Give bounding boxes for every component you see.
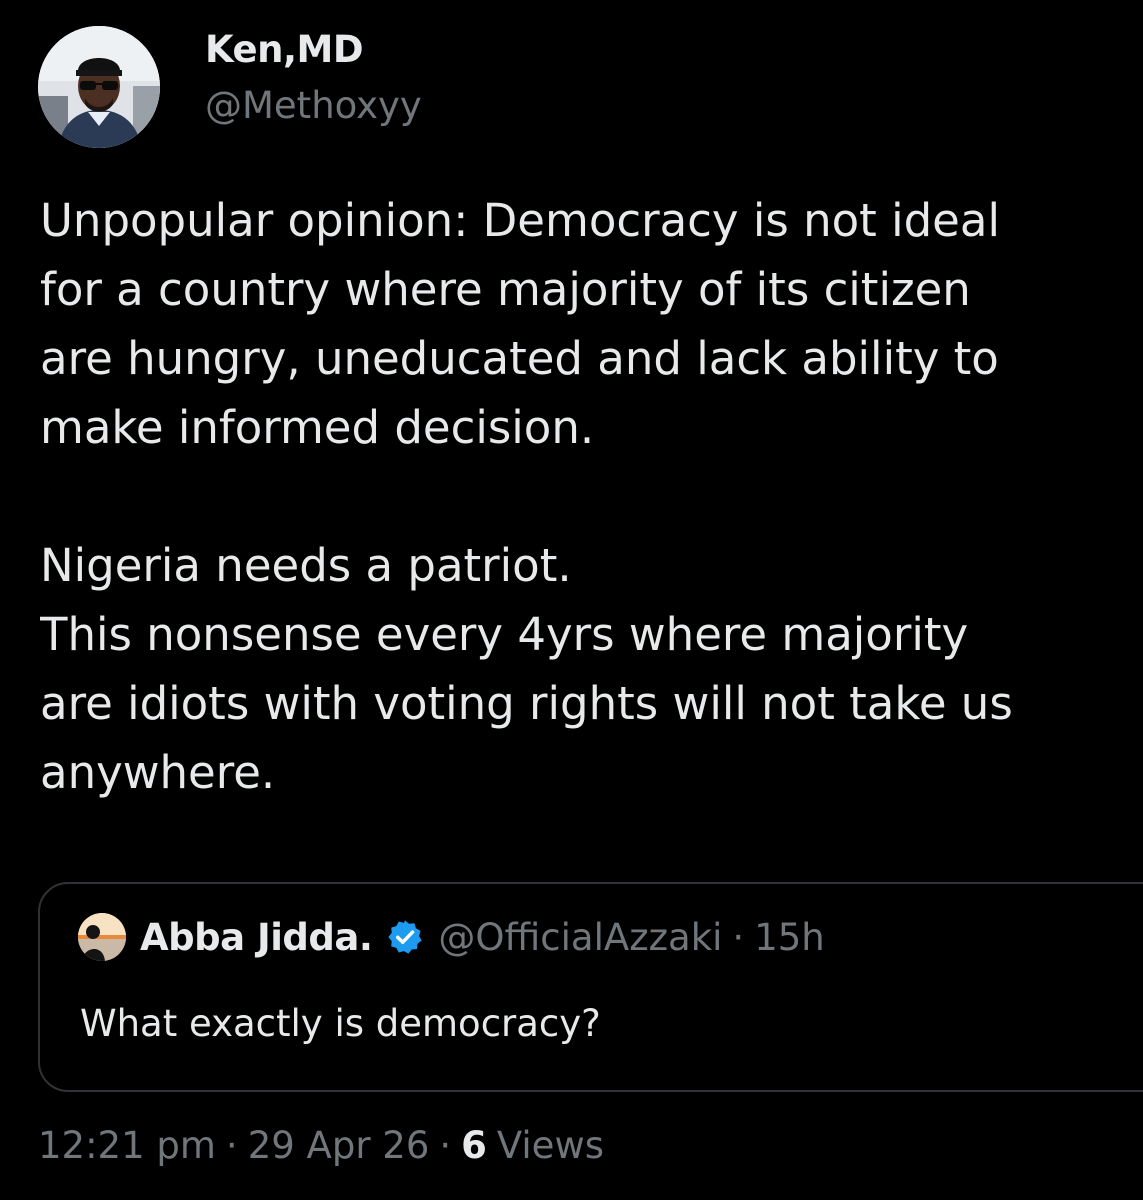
tweet-text-line: anywhere. xyxy=(40,746,276,799)
quoted-tweet-time[interactable]: 15h xyxy=(754,916,825,959)
tweet-text-line: make informed decision. xyxy=(40,401,595,454)
tweet-text-line: Unpopular opinion: Democracy is not idea… xyxy=(40,194,1000,247)
tweet-text-line: This nonsense every 4yrs where majority xyxy=(40,608,969,661)
quoted-profile-photo-icon xyxy=(78,913,126,961)
quoted-tweet-text: What exactly is democracy? xyxy=(80,1002,601,1045)
tweet-text-line: Nigeria needs a patriot. xyxy=(40,539,572,592)
verified-badge-icon xyxy=(388,920,423,954)
tweet-text: Unpopular opinion: Democracy is not idea… xyxy=(40,186,1143,807)
separator-dot: · xyxy=(732,915,745,959)
views-count[interactable]: 6 xyxy=(461,1124,487,1167)
quoted-author-handle[interactable]: @OfficialAzzaki xyxy=(438,916,722,959)
author-avatar[interactable] xyxy=(38,26,160,148)
tweet-meta: 12:21 pm · 29 Apr 26 · 6 Views xyxy=(38,1124,604,1167)
tweet-timestamp-time[interactable]: 12:21 pm xyxy=(38,1124,216,1167)
tweet-text-line: for a country where majority of its citi… xyxy=(40,263,971,316)
tweet-text-line: are hungry, uneducated and lack ability … xyxy=(40,332,999,385)
tweet-timestamp-date[interactable]: 29 Apr 26 xyxy=(248,1124,430,1167)
author-handle[interactable]: @Methoxyy xyxy=(205,84,422,127)
paragraph-break xyxy=(40,462,1143,531)
profile-photo-icon xyxy=(38,26,160,148)
separator-dot: · xyxy=(439,1124,452,1167)
tweet-text-line: are idiots with voting rights will not t… xyxy=(40,677,1013,730)
separator-dot: · xyxy=(225,1124,238,1167)
quoted-tweet-card[interactable]: Abba Jidda. @OfficialAzzaki · 15h What e… xyxy=(38,882,1143,1092)
quoted-author-display-name[interactable]: Abba Jidda. xyxy=(140,916,373,959)
quoted-author-avatar[interactable] xyxy=(78,913,126,961)
quoted-tweet-header: Abba Jidda. @OfficialAzzaki · 15h xyxy=(78,912,825,962)
tweet-detail: Ken,MD @Methoxyy Unpopular opinion: Demo… xyxy=(0,0,1143,1200)
author-display-name[interactable]: Ken,MD xyxy=(205,28,364,71)
views-label: Views xyxy=(496,1124,604,1167)
